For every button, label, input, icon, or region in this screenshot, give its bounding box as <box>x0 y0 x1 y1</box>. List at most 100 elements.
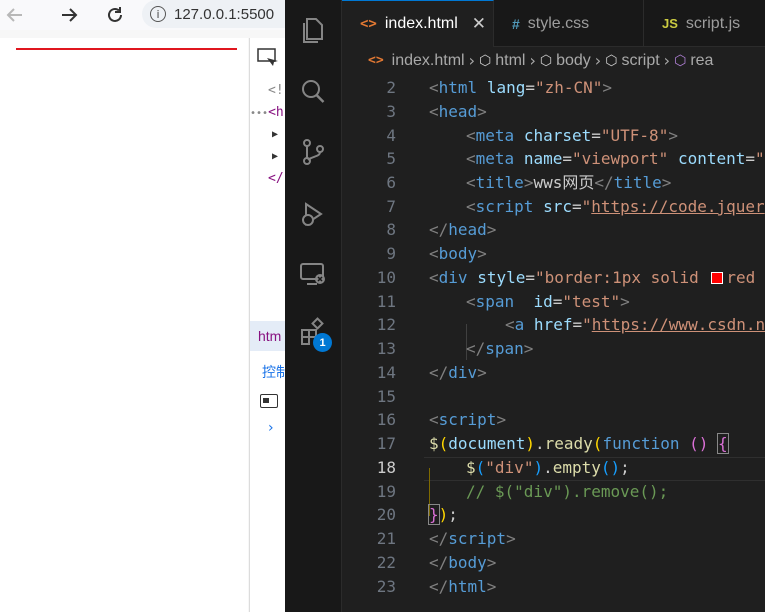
extensions-badge: 1 <box>313 333 332 352</box>
element-icon: ⬡ <box>478 52 492 69</box>
devtools-panel: <! •••<h ▶ ▶ </ htm 控制 › <box>249 38 285 612</box>
editor-tabs: <> index.html ✕ # style.css JS script.js <box>342 0 765 47</box>
tab-label: style.css <box>527 14 590 32</box>
line-number: 10 <box>376 268 396 287</box>
code-line-14: </div> <box>429 363 487 382</box>
address-bar[interactable]: i 127.0.0.1:5500 <box>142 0 285 28</box>
code-line-8: </head> <box>429 220 497 239</box>
line-number: 5 <box>386 149 396 168</box>
page-viewport <box>0 38 248 612</box>
line-number: 14 <box>376 363 396 382</box>
browser-toolbar: i 127.0.0.1:5500 <box>0 0 285 30</box>
line-number: 21 <box>376 529 396 548</box>
tab-script-js[interactable]: JS script.js <box>644 0 765 47</box>
code-line-5: <meta name="viewport" content=" <box>466 149 765 168</box>
activity-bar <box>285 0 342 612</box>
line-number: 16 <box>376 410 396 429</box>
element-icon: ⬡ <box>539 52 553 69</box>
tab-label: index.html <box>384 15 458 32</box>
breadcrumb-html[interactable]: html <box>495 52 525 70</box>
line-number: 4 <box>386 126 396 145</box>
tab-label: script.js <box>685 14 741 32</box>
code-line-16: <script> <box>429 410 507 429</box>
devtools-expand-body[interactable]: ▶ <box>272 148 278 166</box>
empty-div-border <box>16 48 237 50</box>
html-file-icon: <> <box>360 16 377 32</box>
back-button[interactable] <box>4 4 26 26</box>
line-number: 7 <box>386 197 396 216</box>
method-icon: ⬡ <box>674 52 687 69</box>
run-debug-icon[interactable] <box>298 199 328 229</box>
breadcrumb-file[interactable]: index.html <box>392 52 465 70</box>
code-line-22: </body> <box>429 553 497 572</box>
line-number: 11 <box>376 292 396 311</box>
line-number: 22 <box>376 553 396 572</box>
line-number: 9 <box>386 244 396 263</box>
url-text[interactable]: 127.0.0.1:5500 <box>174 6 274 23</box>
devtools-html-close: </ <box>268 171 284 186</box>
line-number: 8 <box>386 220 396 239</box>
console-sidebar-icon[interactable] <box>260 394 278 408</box>
code-line-10: <div style="border:1px solid red <box>429 268 756 287</box>
breadcrumb-body[interactable]: body <box>556 52 591 70</box>
code-line-4: <meta charset="UTF-8"> <box>466 126 678 145</box>
arrow-right-icon <box>62 8 78 22</box>
devtools-html-node[interactable]: •••<h <box>250 104 284 122</box>
code-line-20: }); <box>428 504 458 525</box>
line-number: 13 <box>376 339 396 358</box>
tab-index-html[interactable]: <> index.html ✕ <box>342 0 494 47</box>
code-link[interactable]: https://code.jquer <box>591 197 764 216</box>
code-editor[interactable]: 2 3 4 5 6 7 8 9 10 11 12 13 14 15 16 17 … <box>342 74 765 612</box>
code-line-2: <html lang="zh-CN"> <box>429 78 613 97</box>
chevron-right-icon: › <box>663 51 671 70</box>
line-number: 23 <box>376 577 396 596</box>
color-swatch-red[interactable] <box>711 272 724 284</box>
close-icon[interactable]: ✕ <box>472 14 486 34</box>
breadcrumb: <> index.html › ⬡ html › ⬡ body › ⬡ scri… <box>342 47 765 74</box>
chevron-right-icon: › <box>468 51 475 70</box>
line-number: 12 <box>376 315 396 334</box>
line-number: 15 <box>376 387 396 406</box>
chevron-right-icon: › <box>529 51 536 70</box>
js-file-icon: JS <box>662 16 678 31</box>
browser-window: i 127.0.0.1:5500 <! •••<h ▶ ▶ </ htm 控制 … <box>0 0 285 612</box>
forward-button[interactable] <box>58 4 80 26</box>
line-number: 19 <box>376 482 396 501</box>
devtools-expand-head[interactable]: ▶ <box>272 126 278 144</box>
breadcrumb-ready[interactable]: rea <box>690 52 713 70</box>
arrow-left-icon <box>6 8 22 22</box>
info-icon[interactable]: i <box>150 6 166 22</box>
line-number: 2 <box>386 78 396 97</box>
device-toolbar-icon[interactable] <box>256 46 278 68</box>
line-number: 6 <box>386 173 396 192</box>
line-number-active: 18 <box>376 458 396 477</box>
code-line-21: </script> <box>429 529 516 548</box>
code-line-13: </span> <box>466 339 534 358</box>
tab-style-css[interactable]: # style.css <box>494 0 644 47</box>
code-line-6: <title>wws网页</title> <box>466 173 672 192</box>
remote-explorer-icon[interactable] <box>298 259 328 289</box>
code-line-9: <body> <box>429 244 487 263</box>
console-prompt[interactable]: › <box>268 420 274 436</box>
breadcrumb-script[interactable]: script <box>621 52 659 70</box>
element-icon: ⬡ <box>605 52 618 69</box>
line-number: 20 <box>376 505 396 524</box>
code-line-3: <head> <box>429 102 487 121</box>
html-file-icon: <> <box>368 53 384 68</box>
code-line-17: $(document).ready(function () { <box>429 433 729 454</box>
devtools-breadcrumb-html[interactable]: htm <box>250 321 285 351</box>
line-number: 17 <box>376 434 396 453</box>
code-link[interactable]: https://www.csdn.n <box>592 315 765 334</box>
files-icon[interactable] <box>298 15 328 45</box>
chevron-right-icon: › <box>594 51 602 70</box>
devtools-console-tab[interactable]: 控制 <box>262 362 285 382</box>
devtools-doctype[interactable]: <! <box>268 82 284 100</box>
refresh-button[interactable] <box>104 4 126 26</box>
code-line-18: $("div").empty(); <box>466 458 630 477</box>
line-number: 3 <box>386 102 396 121</box>
source-control-icon[interactable] <box>298 137 328 167</box>
css-file-icon: # <box>512 15 520 32</box>
code-line-19: // $("div").remove(); <box>466 482 669 501</box>
refresh-icon <box>108 7 122 22</box>
search-icon[interactable] <box>298 77 328 107</box>
